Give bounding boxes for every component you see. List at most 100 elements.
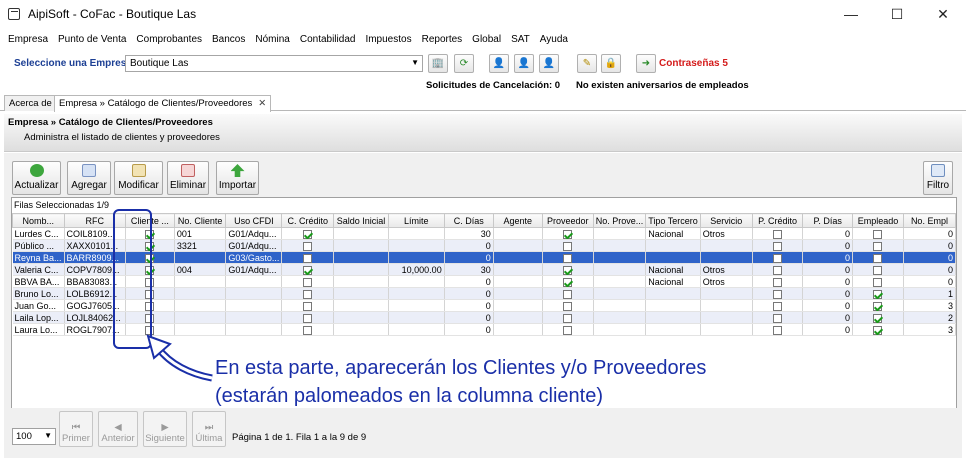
checkbox-checked-icon[interactable] [303, 265, 313, 275]
cell-checkbox-p-credito[interactable] [752, 299, 804, 312]
checkbox-checked-icon[interactable] [873, 325, 883, 335]
cell-agente[interactable] [493, 311, 543, 324]
column-header[interactable]: Nomb... [12, 213, 65, 228]
cell-agente[interactable] [493, 263, 543, 276]
filtro-button[interactable]: Filtro [923, 161, 953, 195]
table-row[interactable]: Juan Go... GOGJ7605... 0 0 3 [12, 299, 957, 312]
cell-checkbox-c-credito[interactable] [281, 227, 335, 240]
agregar-button[interactable]: Agregar [67, 161, 111, 195]
cell-checkbox-proveedor[interactable] [542, 311, 594, 324]
column-header[interactable]: P. Días [802, 213, 854, 228]
cell-checkbox-p-credito[interactable] [752, 227, 804, 240]
column-header[interactable]: C. Días [443, 213, 494, 228]
cell-agente[interactable] [493, 227, 543, 240]
cell-tipo-tercero[interactable]: Nacional [645, 227, 701, 240]
close-icon[interactable]: ✕ [258, 98, 266, 109]
checkbox-checked-icon[interactable] [873, 313, 883, 323]
menu-punto-de-venta[interactable]: Punto de Venta [58, 34, 126, 45]
user-edit-icon[interactable]: 👤 [514, 54, 534, 73]
cell-uso-cfdi[interactable] [225, 287, 283, 300]
menu-empresa[interactable]: Empresa [8, 34, 48, 45]
menu-ayuda[interactable]: Ayuda [540, 34, 568, 45]
cell-no-cliente[interactable] [174, 299, 227, 312]
cell-limite[interactable] [388, 239, 445, 252]
cell-servicio[interactable] [700, 251, 753, 264]
export-icon[interactable]: ➜ [636, 54, 656, 73]
importar-button[interactable]: Importar [216, 161, 259, 195]
menu-global[interactable]: Global [472, 34, 501, 45]
cell-p-dias[interactable]: 0 [802, 263, 854, 276]
checkbox-checked-icon[interactable] [303, 229, 313, 239]
checkbox-icon[interactable] [773, 301, 783, 311]
cell-p-dias[interactable]: 0 [802, 323, 854, 336]
cell-uso-cfdi[interactable]: G01/Adqu... [225, 239, 283, 252]
cell-no-cliente[interactable] [174, 287, 227, 300]
menu-contabilidad[interactable]: Contabilidad [300, 34, 356, 45]
cell-uso-cfdi[interactable] [225, 311, 283, 324]
checkbox-checked-icon[interactable] [873, 289, 883, 299]
checkbox-icon[interactable] [563, 301, 573, 311]
cell-tipo-tercero[interactable] [645, 239, 701, 252]
actualizar-button[interactable]: Actualizar [12, 161, 61, 195]
cell-uso-cfdi[interactable] [225, 323, 283, 336]
cell-servicio[interactable] [700, 323, 753, 336]
cell-agente[interactable] [493, 299, 543, 312]
cell-servicio[interactable] [700, 299, 753, 312]
checkbox-checked-icon[interactable] [563, 229, 573, 239]
menu-nomina[interactable]: Nómina [255, 34, 289, 45]
cell-no-empl[interactable]: 0 [903, 227, 957, 240]
cell-saldo[interactable] [333, 287, 389, 300]
cell-saldo[interactable] [333, 275, 389, 288]
cell-checkbox-c-credito[interactable] [281, 311, 335, 324]
cell-checkbox-p-credito[interactable] [752, 275, 804, 288]
cell-checkbox-c-credito[interactable] [281, 263, 335, 276]
cell-c-dias[interactable]: 30 [444, 263, 494, 276]
cell-tipo-tercero[interactable]: Nacional [645, 263, 701, 276]
cell-checkbox-p-credito[interactable] [752, 239, 804, 252]
checkbox-icon[interactable] [303, 325, 313, 335]
cell-checkbox-empleado[interactable] [852, 263, 904, 276]
cell-no-prov[interactable] [593, 311, 647, 324]
cell-checkbox-empleado[interactable] [852, 311, 904, 324]
checkbox-icon[interactable] [563, 253, 573, 263]
page-size-select[interactable]: 100 ▼ [12, 428, 56, 445]
column-header[interactable]: Tipo Tercero [645, 213, 701, 228]
menu-bancos[interactable]: Bancos [212, 34, 245, 45]
cell-agente[interactable] [493, 251, 543, 264]
cell-tipo-tercero[interactable] [645, 323, 701, 336]
cell-no-empl[interactable]: 3 [903, 299, 957, 312]
cell-no-cliente[interactable]: 3321 [174, 239, 227, 252]
cell-no-prov[interactable] [593, 287, 647, 300]
modificar-button[interactable]: Modificar [114, 161, 163, 195]
cell-p-dias[interactable]: 0 [802, 299, 854, 312]
cell-nombre[interactable]: Laila Lop... [12, 311, 65, 324]
column-header[interactable]: Servicio [699, 213, 753, 228]
cell-c-dias[interactable]: 0 [444, 251, 494, 264]
cell-uso-cfdi[interactable]: G03/Gasto... [225, 251, 283, 264]
table-row[interactable]: Bruno Lo... LOLB6912... 0 0 1 [12, 287, 957, 300]
cell-servicio[interactable] [700, 239, 753, 252]
menu-sat[interactable]: SAT [511, 34, 530, 45]
cell-checkbox-empleado[interactable] [852, 227, 904, 240]
checkbox-icon[interactable] [873, 229, 883, 239]
cell-checkbox-proveedor[interactable] [542, 299, 594, 312]
maximize-icon[interactable]: ☐ [874, 0, 920, 28]
cell-no-cliente[interactable]: 001 [174, 227, 227, 240]
user-icon[interactable]: 👤 [489, 54, 509, 73]
cell-nombre[interactable]: Valeria C... [12, 263, 65, 276]
cell-checkbox-proveedor[interactable] [542, 239, 594, 252]
refresh-icon[interactable]: ⟳ [454, 54, 474, 73]
checkbox-icon[interactable] [563, 325, 573, 335]
cell-no-prov[interactable] [593, 251, 647, 264]
cell-agente[interactable] [493, 275, 543, 288]
close-icon[interactable]: ✕ [920, 0, 966, 28]
checkbox-icon[interactable] [303, 277, 313, 287]
cell-c-dias[interactable]: 0 [444, 287, 494, 300]
checkbox-icon[interactable] [563, 289, 573, 299]
cell-nombre[interactable]: Laura Lo... [12, 323, 65, 336]
checkbox-checked-icon[interactable] [563, 277, 573, 287]
cell-agente[interactable] [493, 239, 543, 252]
cell-servicio[interactable] [700, 287, 753, 300]
column-header[interactable]: C. Crédito [281, 213, 335, 228]
cell-c-dias[interactable]: 0 [444, 323, 494, 336]
